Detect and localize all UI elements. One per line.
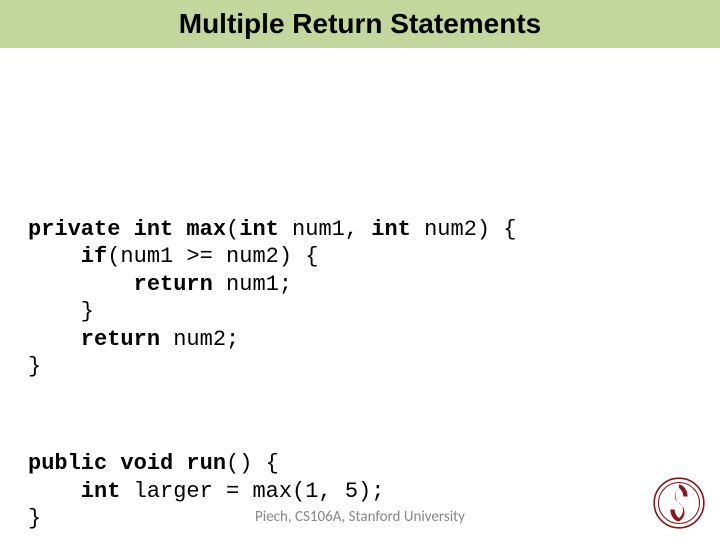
code-kw: private int max: [28, 217, 226, 242]
slide-title: Multiple Return Statements: [179, 8, 541, 40]
code-kw: int: [239, 217, 279, 242]
footer-text: Piech, CS106A, Stanford University: [0, 508, 720, 526]
code-text: }: [28, 299, 94, 324]
code-kw: int: [28, 479, 120, 504]
code-text: (: [226, 217, 239, 242]
code-text: }: [28, 354, 41, 379]
code-text: num1,: [279, 217, 371, 242]
code-block-max: private int max(int num1, int num2) { if…: [28, 216, 720, 381]
code-text: num2) {: [411, 217, 517, 242]
title-bar: Multiple Return Statements: [0, 0, 720, 48]
code-area: private int max(int num1, int num2) { if…: [0, 48, 720, 560]
stanford-logo-icon: [652, 476, 706, 530]
code-text: num2;: [160, 327, 239, 352]
code-kw: public void run: [28, 451, 226, 476]
code-kw: int: [371, 217, 411, 242]
code-kw: return: [28, 327, 160, 352]
code-kw: if: [28, 244, 107, 269]
code-kw: return: [28, 272, 213, 297]
code-text: larger = max(1, 5);: [120, 479, 384, 504]
code-text: num1;: [213, 272, 292, 297]
code-text: () {: [226, 451, 279, 476]
code-text: (num1 >= num2) {: [107, 244, 318, 269]
